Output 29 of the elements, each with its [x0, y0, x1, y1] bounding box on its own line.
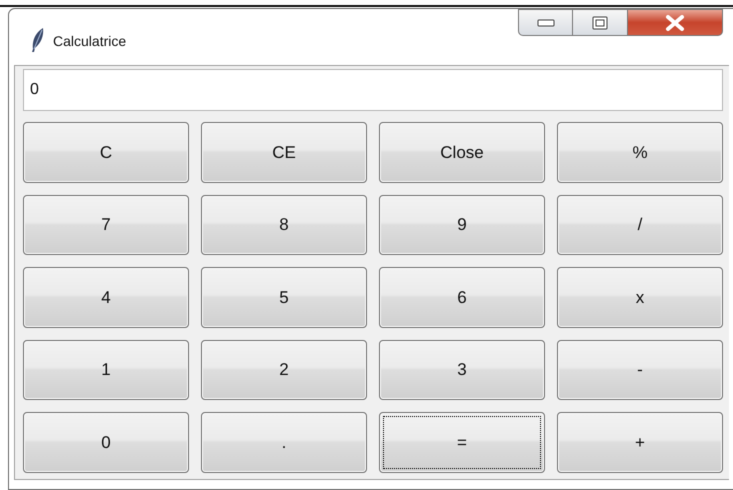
maximize-button[interactable]	[573, 9, 628, 36]
calculator-key[interactable]: 3	[379, 340, 545, 400]
calculator-key[interactable]: 4	[23, 267, 189, 328]
calculator-key[interactable]: =	[379, 412, 545, 473]
calculator-key[interactable]: -	[557, 340, 723, 400]
feather-icon	[31, 27, 45, 53]
calculator-key[interactable]: +	[557, 412, 723, 473]
calculator-key[interactable]: 9	[379, 194, 545, 256]
close-icon	[665, 14, 685, 30]
calculator-key[interactable]: x	[557, 267, 723, 328]
calculator-key[interactable]: 2	[201, 340, 367, 400]
calculator-key[interactable]: 7	[23, 194, 189, 256]
calculator-key[interactable]: CE	[201, 122, 367, 183]
calculator-key[interactable]: 0	[23, 412, 189, 473]
calculator-key[interactable]: .	[201, 412, 367, 473]
calculator-key[interactable]: /	[557, 194, 723, 256]
calculator-key[interactable]: 1	[23, 340, 189, 400]
calculator-key[interactable]: %	[557, 122, 723, 183]
calculator-key[interactable]: Close	[379, 122, 545, 183]
calculator-key[interactable]: 6	[379, 267, 545, 328]
minimize-icon	[536, 18, 554, 26]
display-field[interactable]: 0	[23, 69, 723, 111]
window-title: Calculatrice	[53, 32, 126, 51]
close-button[interactable]	[628, 9, 723, 36]
minimize-button[interactable]	[518, 9, 573, 36]
calculator-key[interactable]: 8	[201, 194, 367, 256]
maximize-icon	[592, 16, 608, 30]
calculator-key[interactable]: 5	[201, 267, 367, 328]
calculator-key[interactable]: C	[23, 122, 189, 183]
